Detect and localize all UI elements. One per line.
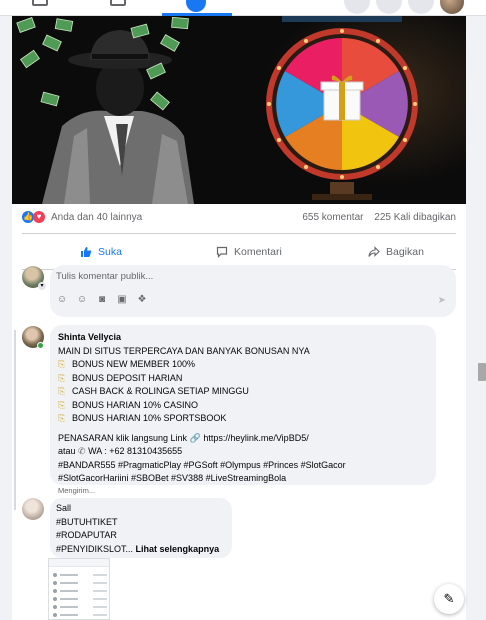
composer-toolbar: ☺ ☺ ◙ ▣ ❖ bbox=[56, 294, 148, 306]
sending-status: Mengirim... bbox=[58, 486, 96, 495]
post-card: 👍 ♥ Anda dan 40 lainnya 655 komentar 225… bbox=[12, 16, 466, 620]
groups-icon[interactable] bbox=[186, 0, 206, 12]
share-arrow-icon bbox=[368, 246, 380, 257]
post-image-graphic bbox=[12, 16, 466, 204]
page-scrollbar[interactable] bbox=[478, 363, 486, 381]
comment-bubble: Shinta Vellycia MAIN DI SITUS TERPERCAYA… bbox=[50, 325, 436, 485]
comment-button-label: Komentari bbox=[234, 246, 282, 258]
speech-bubble-icon bbox=[216, 246, 228, 258]
external-link[interactable]: https://heylink.me/VipBD5/ bbox=[203, 433, 308, 443]
commenter-avatar[interactable] bbox=[22, 498, 44, 520]
comment-thread-line bbox=[14, 330, 16, 510]
comment-intro: MAIN DI SITUS TERPERCAYA DAN BANYAK BONU… bbox=[58, 345, 310, 356]
marketplace-icon[interactable] bbox=[110, 0, 126, 6]
profile-avatar[interactable] bbox=[440, 0, 464, 14]
bonus-item: ⎘ BONUS HARIAN 10% CASINO bbox=[58, 399, 428, 413]
chevron-down-icon[interactable]: ▾ bbox=[38, 282, 46, 290]
shares-count-link[interactable]: 225 Kali dibagikan bbox=[374, 212, 456, 223]
avatar-sticker-icon[interactable]: ☺ bbox=[56, 294, 68, 306]
gif-icon[interactable]: ▣ bbox=[116, 294, 128, 306]
share-button[interactable]: Bagikan bbox=[368, 237, 424, 267]
reaction-icons[interactable]: 👍 ♥ bbox=[22, 211, 46, 223]
engagement-counts: 655 komentar 225 Kali dibagikan bbox=[302, 212, 456, 223]
link-line: PENASARAN klik langsung Link 🔗 https://h… bbox=[58, 432, 309, 443]
note-emoji-icon: ⎘ bbox=[58, 399, 66, 410]
hashtag-line[interactable]: #RODAPUTAR bbox=[56, 529, 226, 543]
bonus-item: ⎘ CASH BACK & ROLINGA SETIAP MINGGU bbox=[58, 385, 428, 399]
like-button[interactable]: Suka bbox=[80, 237, 122, 267]
camera-icon[interactable]: ◙ bbox=[96, 294, 108, 306]
phone-icon: ✆ bbox=[78, 446, 86, 456]
link-icon: 🔗 bbox=[189, 432, 201, 443]
comment-composer[interactable]: Tulis komentar publik... ☺ ☺ ◙ ▣ ❖ ➤ bbox=[50, 265, 456, 317]
note-emoji-icon: ⎘ bbox=[58, 413, 66, 423]
notifications-button[interactable] bbox=[408, 0, 434, 14]
note-emoji-icon: ⎘ bbox=[58, 359, 66, 369]
reactions-summary[interactable]: Anda dan 40 lainnya bbox=[51, 212, 142, 223]
online-status-dot bbox=[37, 342, 44, 349]
bonus-item: ⎘ BONUS HARIAN 10% SPORTSBOOK bbox=[58, 412, 428, 426]
menu-button[interactable] bbox=[344, 0, 370, 14]
post-image[interactable] bbox=[12, 16, 466, 204]
note-emoji-icon: ⎘ bbox=[58, 372, 66, 383]
send-icon[interactable]: ➤ bbox=[438, 295, 446, 306]
new-message-button[interactable]: ✎ bbox=[434, 584, 464, 614]
hashtags[interactable]: #BANDAR555 #PragmaticPlay #PGSoft #Olymp… bbox=[58, 459, 428, 473]
hashtags[interactable]: #SlotGacorHariini #SBOBet #SV388 #LiveSt… bbox=[58, 472, 428, 486]
love-reaction-icon: ♥ bbox=[33, 211, 45, 223]
hashtag-line[interactable]: #BUTUHTIKET bbox=[56, 516, 226, 530]
like-button-label: Suka bbox=[98, 246, 122, 258]
thumbs-up-icon bbox=[81, 247, 92, 257]
see-more-link[interactable]: Lihat selengkapnya bbox=[136, 544, 220, 554]
comment-author[interactable]: Shinta Vellycia bbox=[58, 331, 428, 345]
comment-input[interactable]: Tulis komentar publik... bbox=[56, 271, 153, 282]
home-icon[interactable] bbox=[32, 0, 48, 6]
share-button-label: Bagikan bbox=[386, 246, 424, 258]
compose-icon: ✎ bbox=[443, 591, 455, 606]
comments-count-link[interactable]: 655 komentar bbox=[302, 212, 363, 223]
messenger-button[interactable] bbox=[376, 0, 402, 14]
facebook-page: 👍 ♥ Anda dan 40 lainnya 655 komentar 225… bbox=[0, 0, 486, 620]
comment-bubble: Sall #BUTUHTIKET #RODAPUTAR #PENYIDIKSLO… bbox=[50, 498, 232, 558]
comment-author[interactable]: Sall bbox=[56, 502, 226, 516]
post-action-bar: Suka Komentari Bagikan bbox=[22, 237, 456, 267]
emoji-icon[interactable]: ☺ bbox=[76, 294, 88, 306]
bonus-item: ⎘ BONUS NEW MEMBER 100% bbox=[58, 358, 428, 372]
post-stats: 👍 ♥ Anda dan 40 lainnya 655 komentar 225… bbox=[22, 210, 456, 226]
comment-attachment-image[interactable] bbox=[48, 558, 110, 620]
sticker-icon[interactable]: ❖ bbox=[136, 294, 148, 306]
whatsapp-line: atau ✆ WA : +62 81310435655 bbox=[58, 446, 183, 456]
hashtag-line: #PENYIDIKSLOT... Lihat selengkapnya bbox=[56, 543, 220, 554]
top-navigation-bar bbox=[0, 0, 486, 16]
bonus-item: ⎘ BONUS DEPOSIT HARIAN bbox=[58, 372, 428, 386]
stats-divider bbox=[22, 233, 456, 234]
comment-button[interactable]: Komentari bbox=[216, 237, 282, 267]
note-emoji-icon: ⎘ bbox=[58, 386, 66, 396]
